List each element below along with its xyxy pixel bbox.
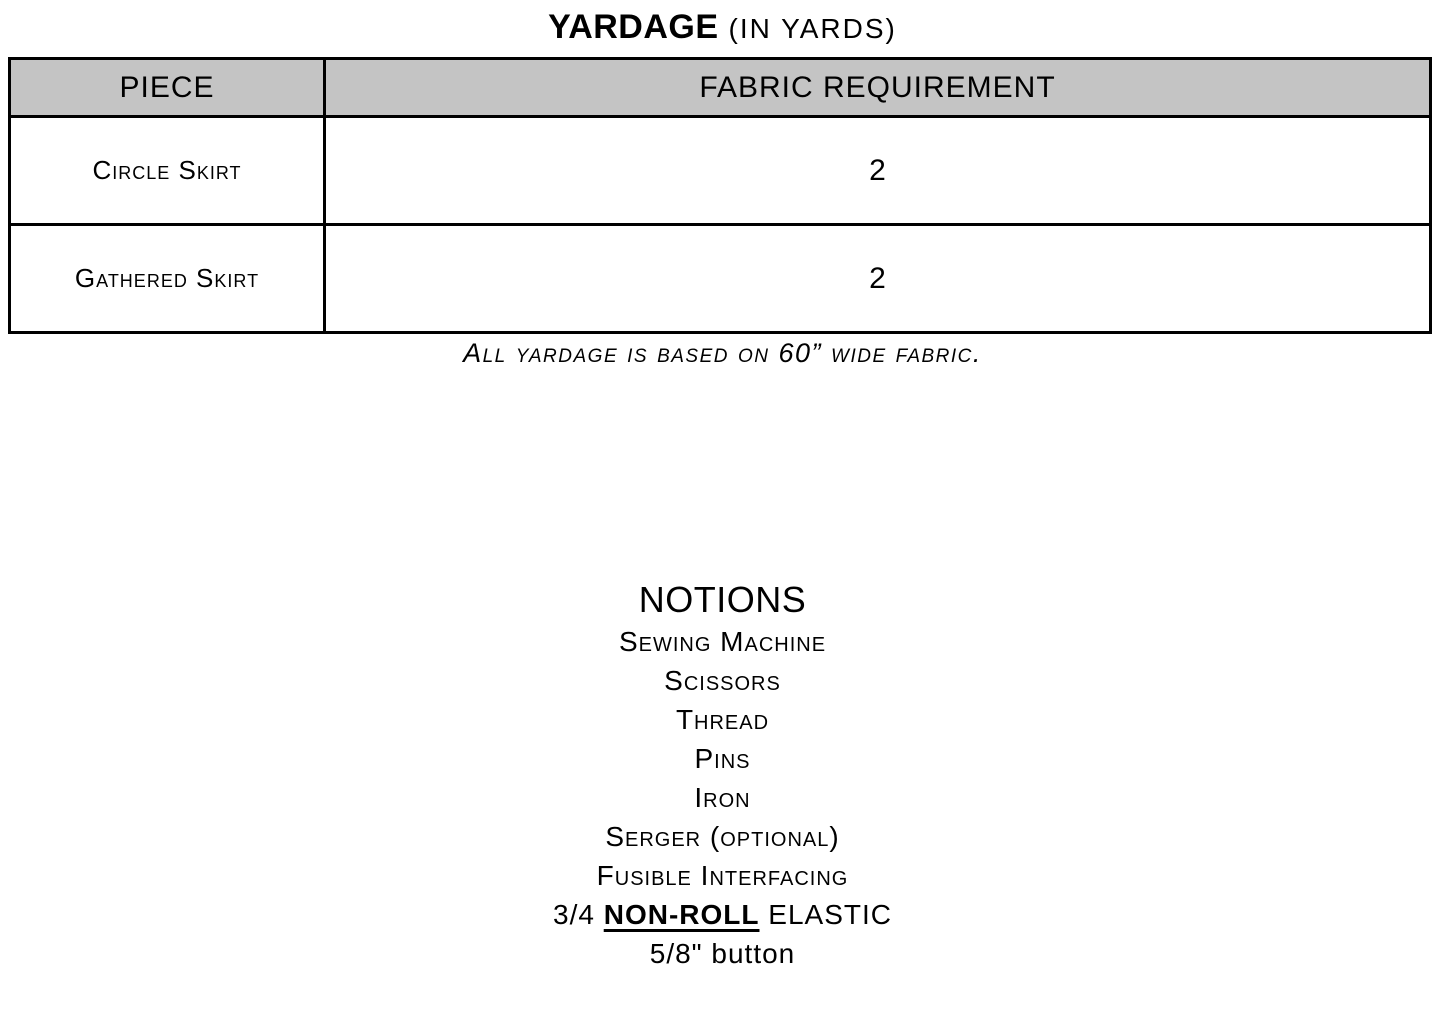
column-header-fabric-requirement: FABRIC REQUIREMENT <box>323 57 1432 118</box>
yardage-note: All yardage is based on 60” wide fabric. <box>463 338 982 368</box>
notions-list: Sewing Machine Scissors Thread Pins Iron… <box>0 622 1445 973</box>
yardage-table: PIECE FABRIC REQUIREMENT Circle Skirt 2 … <box>8 57 1432 334</box>
list-item: Scissors <box>664 665 781 696</box>
cell-fabric-requirement: 2 <box>323 223 1432 334</box>
list-item: Fusible Interfacing <box>596 860 849 891</box>
cell-fabric-requirement: 2 <box>323 115 1432 226</box>
page-title-unit: (IN YARDS) <box>728 13 897 44</box>
list-item-elastic: 3/4 NON-ROLL ELASTIC <box>0 895 1445 934</box>
cell-piece-name: Circle Skirt <box>8 115 326 226</box>
list-item: Iron <box>694 782 751 813</box>
list-item: Serger (optional) <box>605 821 840 852</box>
list-item: Sewing Machine <box>618 626 827 657</box>
notions-heading: NOTIONS <box>638 579 807 620</box>
table-header-row: PIECE FABRIC REQUIREMENT <box>8 57 1432 118</box>
elastic-suffix: ELASTIC <box>759 899 892 930</box>
column-header-piece: PIECE <box>8 57 326 118</box>
elastic-emphasis: NON-ROLL <box>603 899 760 930</box>
list-item: Thread <box>675 704 770 735</box>
page-title: YARDAGE (IN YARDS) <box>0 8 1445 47</box>
list-item: Pins <box>694 743 751 774</box>
table-row: Gathered Skirt 2 <box>8 223 1432 334</box>
page-title-main: YARDAGE <box>548 8 719 46</box>
elastic-prefix: 3/4 <box>553 899 604 930</box>
table-row: Circle Skirt 2 <box>8 115 1432 226</box>
list-item: 5/8" button <box>649 938 796 969</box>
cell-piece-name: Gathered Skirt <box>8 223 326 334</box>
notions-section: NOTIONS Sewing Machine Scissors Thread P… <box>0 580 1445 973</box>
